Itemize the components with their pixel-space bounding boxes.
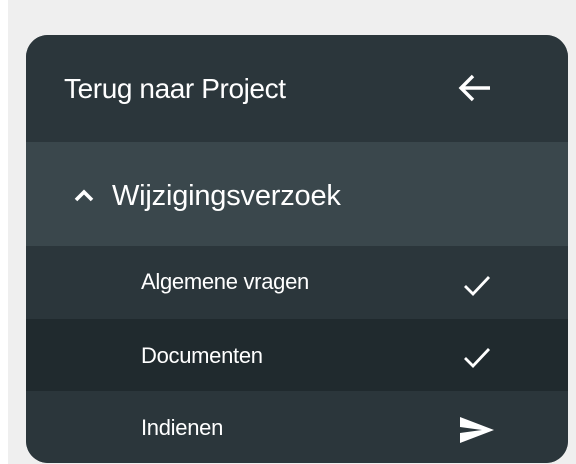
nav-item-indienen[interactable]: Indienen — [26, 391, 568, 463]
section-title: Wijzigingsverzoek — [112, 180, 341, 212]
arrow-left-icon — [456, 73, 492, 103]
back-to-project-label: Terug naar Project — [64, 73, 286, 104]
chevron-up-icon — [74, 188, 94, 202]
nav-item-documenten[interactable]: Documenten — [26, 319, 568, 391]
back-to-project-link[interactable]: Terug naar Project — [26, 35, 568, 142]
send-icon — [458, 415, 496, 445]
nav-item-label: Algemene vragen — [141, 269, 309, 294]
wizard-navigation-panel: Terug naar Project Wijzigingsverzoek Alg… — [26, 35, 568, 463]
checkmark-icon — [462, 346, 492, 370]
nav-item-label: Documenten — [141, 343, 263, 368]
nav-item-label: Indienen — [141, 415, 224, 440]
nav-item-algemene-vragen[interactable]: Algemene vragen — [26, 246, 568, 319]
left-edge-strip — [0, 0, 8, 464]
checkmark-icon — [462, 274, 492, 298]
section-header-wijzigingsverzoek[interactable]: Wijzigingsverzoek — [26, 142, 568, 246]
